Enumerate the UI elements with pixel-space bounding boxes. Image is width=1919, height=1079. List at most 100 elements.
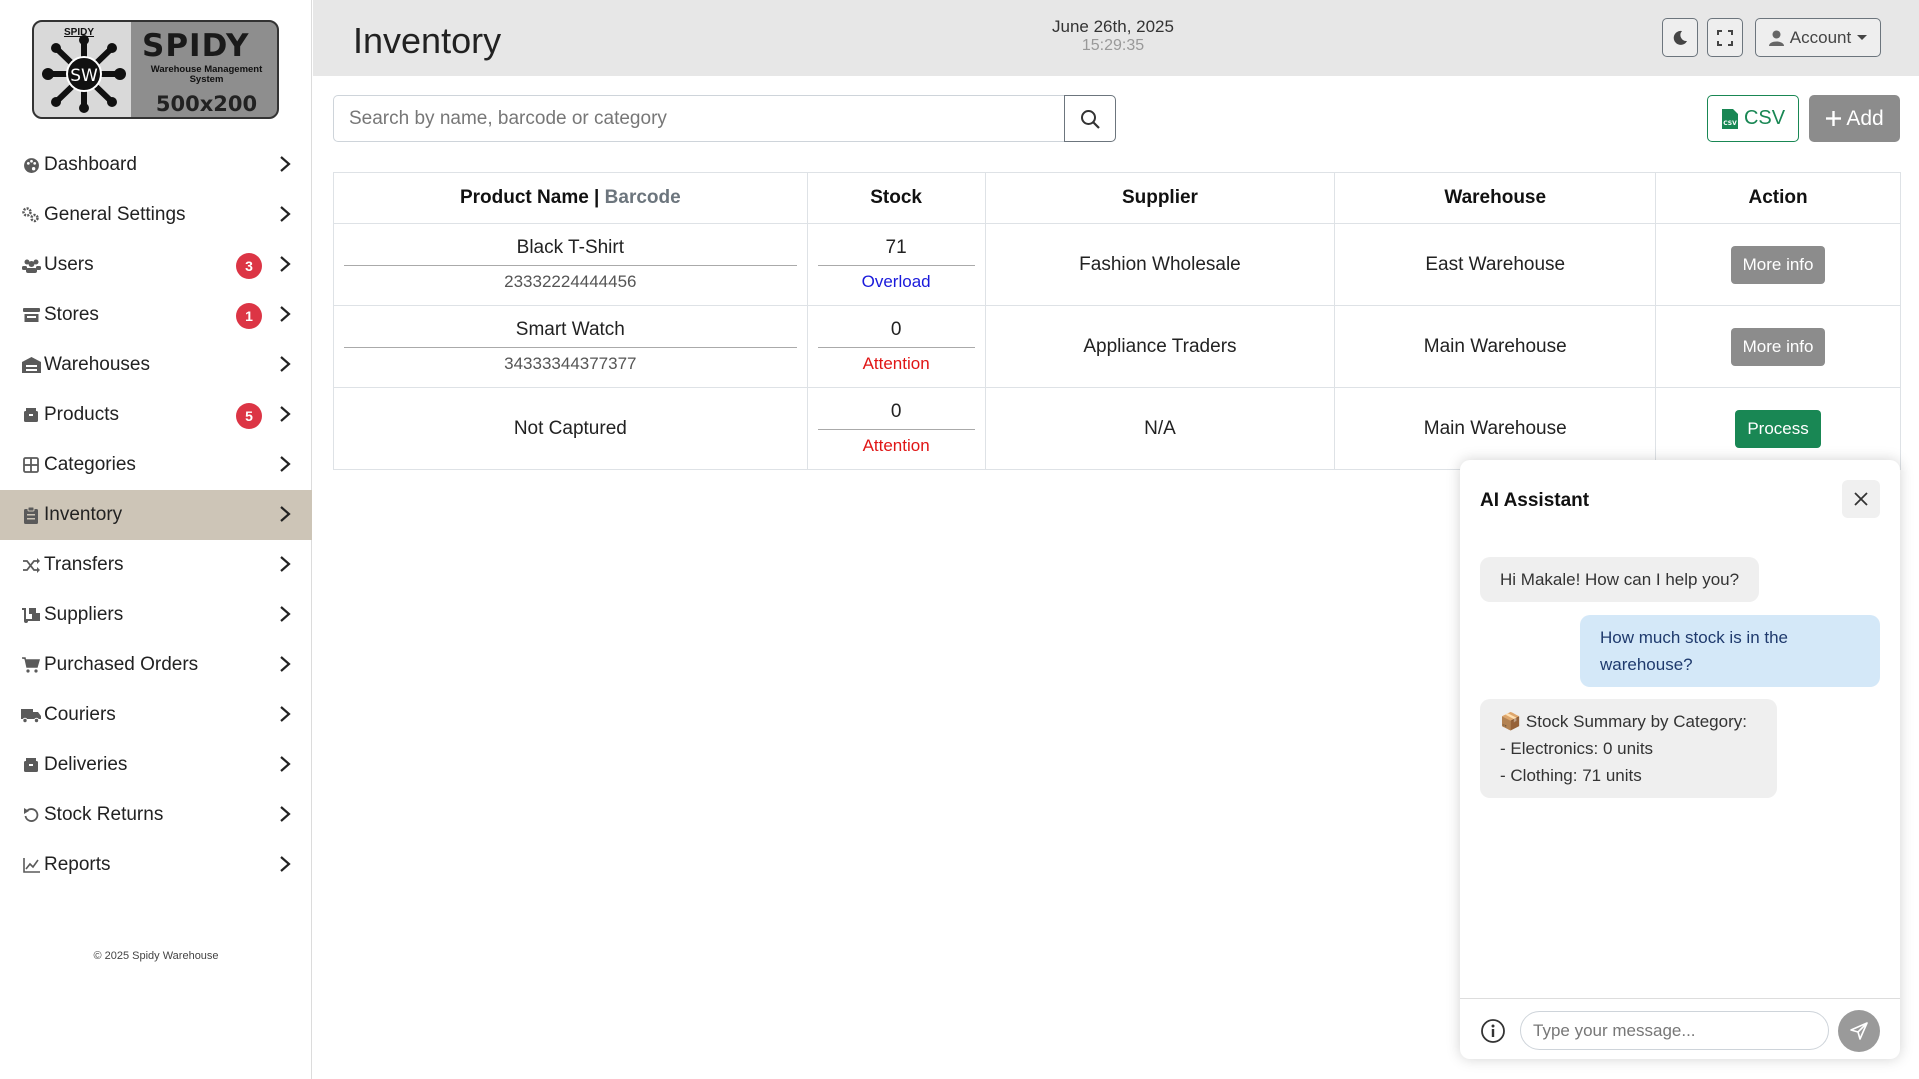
sidebar-item-label: Stock Returns [44, 804, 164, 825]
file-csv-icon: CSV [1721, 108, 1738, 129]
sidebar-item-warehouses[interactable]: Warehouses [0, 340, 312, 390]
sidebar-item-label: Products [44, 404, 119, 425]
stock-status: Overload [861, 272, 931, 291]
chevron-right-icon [280, 206, 291, 222]
chevron-right-icon [280, 506, 291, 522]
header-date: June 26th, 2025 [1052, 17, 1174, 36]
search-icon [1081, 109, 1100, 129]
chevron-right-icon [280, 556, 291, 572]
logo-subtitle: Warehouse Management System [150, 64, 263, 85]
chevron-right-icon [280, 756, 291, 772]
plus-icon [1826, 111, 1842, 126]
product-cell: Black T-Shirt 23332224444456 [333, 223, 808, 306]
column-header-supplier[interactable]: Supplier [984, 172, 1336, 224]
sidebar-item-inventory[interactable]: Inventory [0, 490, 312, 540]
fullscreen-icon [1717, 29, 1733, 46]
search-button[interactable] [1064, 95, 1116, 142]
column-header-stock[interactable]: Stock [806, 172, 986, 224]
sidebar-item-stock-returns[interactable]: Stock Returns [0, 790, 312, 840]
caret-down-icon [1857, 35, 1868, 40]
export-csv-button[interactable]: CSV CSV [1707, 95, 1799, 142]
table-row: Black T-Shirt 23332224444456 71 Overload… [333, 223, 1901, 306]
more-info-button[interactable]: More info [1730, 245, 1826, 284]
sidebar-item-couriers[interactable]: Couriers [0, 690, 312, 740]
sidebar-item-label: Users [44, 254, 94, 275]
more-info-button[interactable]: More info [1730, 327, 1826, 366]
column-header-product[interactable]: Product Name | Barcode [333, 172, 808, 224]
sidebar-item-label: Suppliers [44, 604, 124, 625]
warehouse-cell: Main Warehouse [1334, 305, 1657, 388]
chat-message-input[interactable] [1520, 1011, 1829, 1050]
sidebar-item-general-settings[interactable]: General Settings [0, 190, 312, 240]
close-icon [1854, 492, 1868, 506]
users-icon [20, 254, 42, 276]
sidebar-item-label: General Settings [44, 204, 186, 225]
product-name: Black T-Shirt [344, 237, 797, 266]
chevron-right-icon [280, 306, 291, 322]
sidebar-item-purchased-orders[interactable]: Purchased Orders [0, 640, 312, 690]
brand-logo[interactable]: SW SPIDY SPIDY Warehouse Management Syst… [32, 20, 279, 119]
assistant-message: Hi Makale! How can I help you? [1480, 557, 1760, 602]
chevron-right-icon [280, 706, 291, 722]
table-row: Smart Watch 34333344377377 0 Attention A… [333, 305, 1901, 388]
sidebar-item-deliveries[interactable]: Deliveries [0, 740, 312, 790]
search-input[interactable] [333, 95, 1065, 142]
palette-icon [20, 154, 42, 176]
dark-mode-toggle[interactable] [1662, 18, 1698, 57]
process-button[interactable]: Process [1735, 409, 1821, 448]
action-cell: More info [1655, 305, 1901, 388]
product-barcode: 34333344377377 [504, 354, 637, 373]
chevron-right-icon [280, 656, 291, 672]
stock-status: Attention [862, 354, 930, 373]
fullscreen-button[interactable] [1707, 18, 1743, 57]
sidebar-item-products[interactable]: Products 5 [0, 390, 312, 440]
stock-summary-line: - Electronics: 0 units [1500, 739, 1654, 758]
send-button[interactable] [1838, 1010, 1880, 1052]
notification-badge: 3 [236, 253, 262, 279]
sidebar-item-label: Dashboard [44, 154, 137, 175]
sidebar-item-label: Deliveries [44, 754, 128, 775]
inventory-table: Product Name | Barcode Stock Supplier Wa… [333, 172, 1901, 470]
sidebar: SW SPIDY SPIDY Warehouse Management Syst… [0, 0, 312, 1079]
chevron-right-icon [280, 256, 291, 272]
info-icon[interactable] [1480, 1018, 1506, 1044]
ai-assistant-panel: AI Assistant Hi Makale! How can I help y… [1460, 460, 1900, 1059]
undo-icon [20, 804, 42, 826]
logo-size: 500x200 [155, 92, 258, 116]
top-header: Inventory June 26th, 2025 15:29:35 Accou… [313, 0, 1919, 76]
store-icon [20, 304, 42, 326]
clipboard-icon [20, 504, 42, 526]
logo-small-text: SPIDY [64, 27, 95, 38]
sidebar-item-categories[interactable]: Categories [0, 440, 312, 490]
close-button[interactable] [1842, 480, 1880, 518]
user-icon [1768, 30, 1784, 46]
supplier-cell: Appliance Traders [984, 305, 1336, 388]
sidebar-item-transfers[interactable]: Transfers [0, 540, 312, 590]
sidebar-item-dashboard[interactable]: Dashboard [0, 140, 312, 190]
column-header-action: Action [1655, 172, 1901, 224]
product-barcode: 23332224444456 [504, 272, 637, 291]
sidebar-item-label: Warehouses [44, 354, 150, 375]
user-message: How much stock is in the warehouse? [1580, 615, 1880, 687]
box-icon [20, 404, 42, 426]
account-dropdown[interactable]: Account [1755, 18, 1881, 57]
product-name: Smart Watch [344, 319, 797, 348]
product-cell: Not Captured [333, 387, 808, 470]
sidebar-item-users[interactable]: Users 3 [0, 240, 312, 290]
add-button[interactable]: Add [1809, 95, 1900, 142]
action-cell: Process [1655, 387, 1901, 470]
sidebar-item-label: Couriers [44, 704, 116, 725]
stock-quantity: 0 [817, 319, 975, 348]
assistant-message: 📦 Stock Summary by Category: - Electroni… [1480, 699, 1777, 798]
sidebar-item-stores[interactable]: Stores 1 [0, 290, 312, 340]
column-header-warehouse[interactable]: Warehouse [1334, 172, 1657, 224]
chevron-right-icon [280, 806, 291, 822]
stock-cell: 0 Attention [806, 387, 986, 470]
sidebar-item-reports[interactable]: Reports [0, 840, 312, 890]
box-icon [20, 754, 42, 776]
sidebar-item-suppliers[interactable]: Suppliers [0, 590, 312, 640]
warehouse-cell: East Warehouse [1334, 223, 1657, 306]
warehouse-icon [20, 354, 42, 376]
dolly-icon [20, 604, 42, 626]
sidebar-nav: Dashboard General Settings Users 3 Store… [0, 140, 312, 890]
